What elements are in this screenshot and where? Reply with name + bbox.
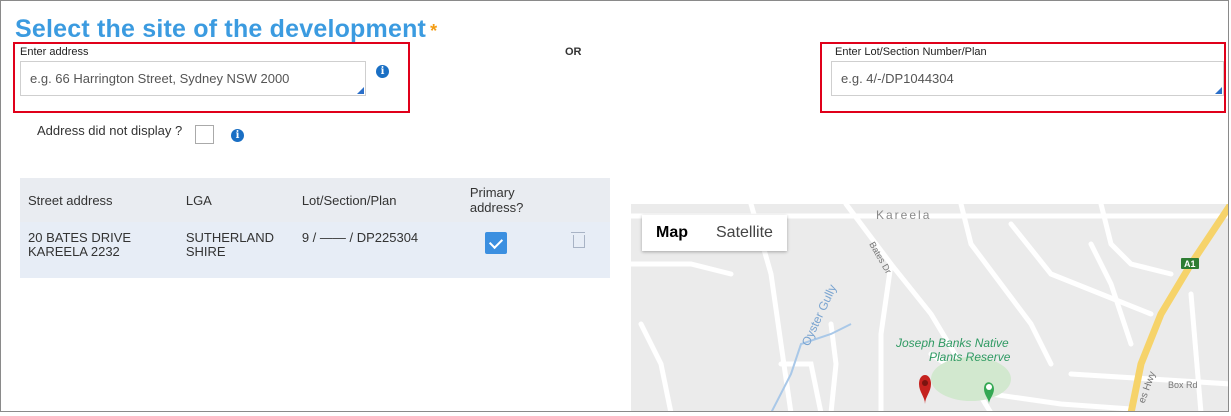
lga-line-1: SUTHERLAND: [185, 230, 274, 245]
page-frame: Select the site of the development * Ente…: [0, 0, 1229, 412]
cell-actions: [559, 222, 610, 278]
address-not-displayed-label: Address did not display ?: [37, 123, 183, 138]
cell-lot: 9 / —— / DP225304: [293, 222, 462, 278]
required-indicator: *: [430, 21, 438, 41]
street-line-2: KAREELA 2232: [28, 244, 120, 259]
map-type-control: Map Satellite: [642, 215, 787, 251]
map-label-suburb: Kareela: [876, 208, 931, 222]
cell-primary: [461, 222, 560, 278]
address-input[interactable]: e.g. 66 Harrington Street, Sydney NSW 20…: [20, 61, 366, 96]
lot-input[interactable]: e.g. 4/-/DP1044304: [831, 61, 1224, 96]
column-header-street: Street address: [20, 178, 178, 222]
or-divider: OR: [565, 46, 582, 58]
map-label-road-b: Box Rd: [1168, 380, 1198, 390]
column-header-lga: LGA: [177, 178, 294, 222]
lot-label: Enter Lot/Section Number/Plan: [835, 46, 987, 58]
column-header-lot: Lot/Section/Plan: [293, 178, 462, 222]
primary-address-checkbox[interactable]: [484, 232, 507, 254]
column-header-primary: Primary address?: [461, 178, 560, 222]
page-title: Select the site of the development *: [15, 15, 438, 43]
address-not-displayed-info-icon[interactable]: i: [231, 129, 244, 142]
column-header-actions: [559, 178, 610, 222]
resize-corner-icon: [1215, 87, 1222, 94]
address-placeholder: e.g. 66 Harrington Street, Sydney NSW 20…: [30, 71, 290, 86]
map-label-park-2: Plants Reserve: [929, 350, 1011, 364]
address-label: Enter address: [20, 46, 89, 58]
table-row[interactable]: 20 BATES DRIVE KAREELA 2232 SUTHERLAND S…: [20, 222, 610, 278]
lga-line-2: SHIRE: [185, 244, 226, 259]
street-line-1: 20 BATES DRIVE: [28, 230, 132, 245]
address-not-displayed-checkbox[interactable]: [195, 125, 214, 144]
table-header-row: Street address LGA Lot/Section/Plan Prim…: [20, 178, 610, 222]
resize-corner-icon: [357, 87, 364, 94]
map-label-park-1: Joseph Banks Native: [895, 336, 1009, 350]
checkmark-icon: [488, 234, 503, 250]
lot-placeholder: e.g. 4/-/DP1044304: [841, 71, 954, 86]
cell-lga: SUTHERLAND SHIRE: [177, 222, 294, 278]
map-route-shield: A1: [1184, 259, 1196, 269]
map-type-satellite-button[interactable]: Satellite: [702, 215, 787, 251]
cell-street: 20 BATES DRIVE KAREELA 2232: [20, 222, 178, 278]
results-table: Street address LGA Lot/Section/Plan Prim…: [20, 178, 610, 278]
trash-icon[interactable]: [571, 232, 586, 248]
map-type-map-button[interactable]: Map: [642, 215, 702, 251]
address-info-icon[interactable]: i: [376, 65, 389, 78]
